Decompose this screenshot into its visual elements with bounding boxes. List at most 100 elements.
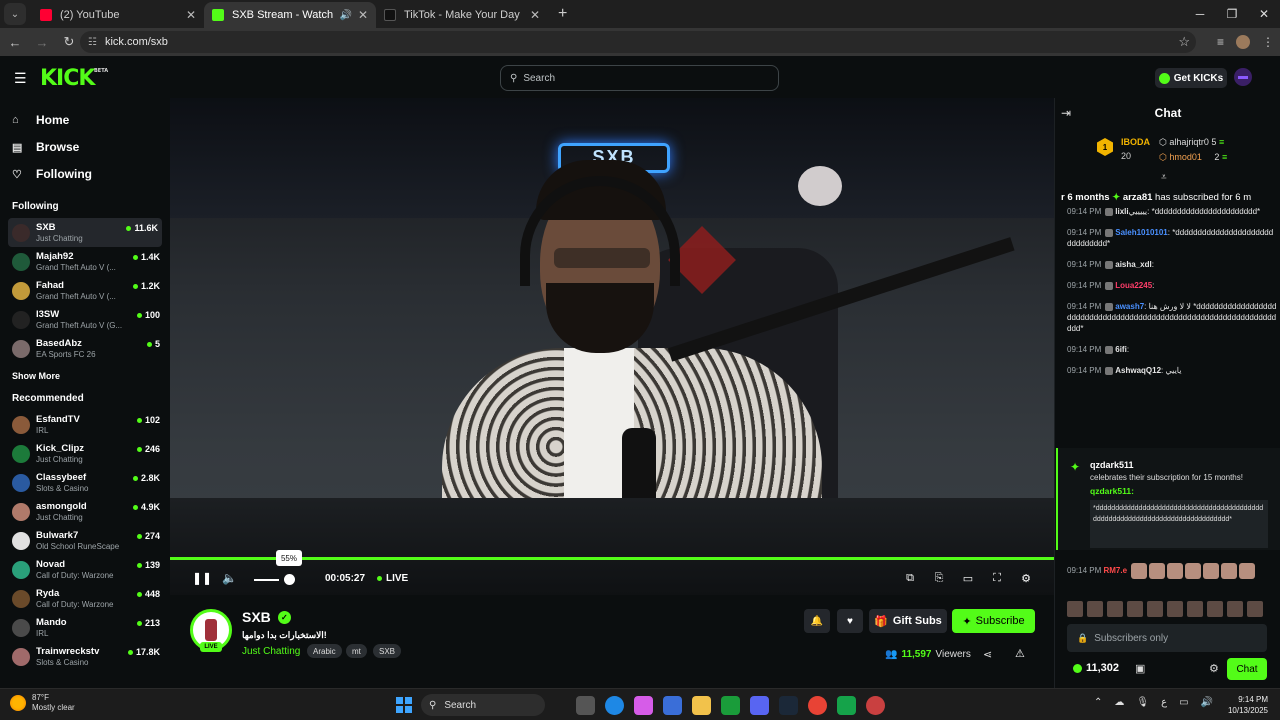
chat-username[interactable]: Saleh1010101	[1115, 228, 1168, 237]
taskbar-clock[interactable]: 9:14 PM 10/13/2025	[1206, 694, 1268, 716]
stream-category-link[interactable]: Just Chatting	[242, 646, 300, 657]
copilot-icon[interactable]	[634, 696, 653, 715]
minimize-icon[interactable]: ─	[1184, 0, 1216, 28]
sidebar-channel[interactable]: Classybeef Slots & Casino 2.8K	[0, 468, 170, 497]
emote-icon[interactable]	[1087, 601, 1103, 617]
store-icon[interactable]: ▣	[1135, 662, 1145, 675]
taskbar-search[interactable]: ⚲ Search	[421, 694, 545, 716]
emote-icon[interactable]	[1167, 601, 1183, 617]
tab-youtube[interactable]: (2) YouTube ✕	[32, 2, 204, 28]
emote-icon[interactable]	[1107, 601, 1123, 617]
send-chat-button[interactable]: Chat	[1227, 658, 1267, 680]
microphone-icon[interactable]: 🎙	[1136, 697, 1149, 708]
discord-icon[interactable]	[750, 696, 769, 715]
network-icon[interactable]: ▭	[1179, 697, 1188, 708]
sidebar-channel[interactable]: Trainwreckstv Slots & Casino 17.8K	[0, 642, 170, 671]
tab-tiktok[interactable]: TikTok - Make Your Day ✕	[376, 2, 548, 28]
tab-kick-sxb[interactable]: SXB Stream - Watch Live on 🔊 ✕	[204, 2, 376, 28]
sidebar-channel[interactable]: Bulwark7 Old School RuneScape 274	[0, 526, 170, 555]
nav-home[interactable]: ⌂ Home	[0, 107, 170, 133]
pause-icon[interactable]: ❚❚	[192, 571, 212, 585]
chat-username[interactable]: AshwaqQ12	[1115, 366, 1161, 375]
windows-start-icon[interactable]	[396, 697, 412, 713]
picture-in-picture-icon[interactable]: ⧉	[904, 572, 916, 585]
tray-chevron-icon[interactable]: ⌃	[1094, 697, 1102, 708]
nav-following[interactable]: ♡ Following	[0, 161, 170, 187]
show-more-button[interactable]: Show More	[0, 371, 170, 381]
sidebar-channel[interactable]: asmongold Just Chatting 4.9K	[0, 497, 170, 526]
emote-icon[interactable]	[1067, 601, 1083, 617]
menu-kebab-icon[interactable]: ⋮	[1262, 35, 1274, 49]
leaderboard-entry[interactable]: ⬡ hmod01 2 ≡	[1159, 152, 1227, 163]
edge-icon[interactable]	[605, 696, 624, 715]
new-tab-button[interactable]: +	[558, 5, 567, 23]
chat-username[interactable]: awash7	[1115, 302, 1144, 311]
subscribe-button[interactable]: ✦ Subscribe	[952, 609, 1035, 633]
emote-icon[interactable]	[1127, 601, 1143, 617]
emote-icon[interactable]	[1147, 601, 1163, 617]
forward-icon[interactable]: →	[30, 35, 54, 50]
report-warning-icon[interactable]: ⚠	[1015, 647, 1025, 660]
get-kicks-button[interactable]: Get KICKs	[1155, 68, 1227, 88]
volume-slider-track[interactable]	[254, 579, 279, 581]
chrome-icon[interactable]	[808, 696, 827, 715]
streamer-name[interactable]: SXB ✓	[242, 609, 291, 625]
tag-mt[interactable]: mt	[346, 644, 367, 658]
chat-username[interactable]: RM7.e	[1103, 566, 1127, 575]
close-tab-icon[interactable]: ✕	[530, 8, 540, 22]
sidebar-channel[interactable]: Mando IRL 213	[0, 613, 170, 642]
app-icon[interactable]	[866, 696, 885, 715]
maximize-icon[interactable]: ❐	[1216, 0, 1248, 28]
video-player[interactable]: SXB 55% ❚❚ 🔈 00:05:27 LIVE ⧉ ⎘ ▭ ⛶ ⚙	[170, 98, 1054, 595]
bookmark-star-icon[interactable]: ☆	[1178, 34, 1190, 50]
chat-input-subscribers-only[interactable]: 🔒 Subscribers only	[1067, 624, 1267, 652]
emote-icon[interactable]	[1207, 601, 1223, 617]
tag-arabic[interactable]: Arabic	[307, 644, 342, 658]
sidebar-channel[interactable]: SXB Just Chatting 11.6K	[8, 218, 162, 247]
tag-sxb[interactable]: SXB	[373, 644, 402, 658]
live-progress-bar[interactable]	[170, 557, 1054, 560]
site-info-icon[interactable]: ☷	[88, 37, 97, 48]
store-app-icon[interactable]	[663, 696, 682, 715]
sidebar-channel[interactable]: Majah92 Grand Theft Auto V (... 1.4K	[0, 247, 170, 276]
emote-icon[interactable]	[1247, 601, 1263, 617]
sidebar-channel[interactable]: Fahad Grand Theft Auto V (... 1.2K	[0, 276, 170, 305]
theater-mode-icon[interactable]: ▭	[962, 572, 974, 585]
language-indicator[interactable]: ع	[1161, 697, 1167, 708]
sidebar-channel[interactable]: BasedAbz EA Sports FC 26 5	[0, 334, 170, 363]
sidebar-channel[interactable]: Ryda Call of Duty: Warzone 448	[0, 584, 170, 613]
sub-event-user[interactable]: qzdark511	[1090, 460, 1134, 470]
emote-icon[interactable]	[1187, 601, 1203, 617]
share-icon[interactable]: ⋖	[983, 648, 992, 661]
sidebar-channel[interactable]: Kick_Clipz Just Chatting 246	[0, 439, 170, 468]
chat-settings-icon[interactable]: ⚙	[1209, 662, 1219, 675]
fullscreen-icon[interactable]: ⛶	[991, 572, 1003, 585]
follow-heart-button[interactable]: ♥	[837, 609, 863, 633]
address-bar[interactable]: ☷ kick.com/sxb ☆	[80, 31, 1196, 53]
whatsapp-icon[interactable]	[837, 696, 856, 715]
weather-widget[interactable]: 87°F Mostly clear	[10, 693, 75, 713]
sub-event-reply-user[interactable]: qzdark511:	[1090, 486, 1134, 496]
leaderboard-top-name[interactable]: IBODA	[1121, 137, 1150, 147]
volume-slider-handle[interactable]	[284, 574, 295, 585]
chat-username[interactable]: 6ifi	[1115, 345, 1127, 354]
settings-gear-icon[interactable]: ⚙	[1020, 572, 1032, 585]
chat-username[interactable]: Loua2245	[1115, 281, 1152, 290]
back-icon[interactable]: ←	[3, 35, 27, 50]
kicks-balance[interactable]: 11,302	[1073, 662, 1119, 674]
emote-icon[interactable]	[1227, 601, 1243, 617]
clip-icon[interactable]: ⎘	[933, 572, 945, 585]
expand-pinned-icon[interactable]: ⩡	[1161, 172, 1167, 183]
close-window-icon[interactable]: ✕	[1248, 0, 1280, 28]
task-view-icon[interactable]	[576, 696, 595, 715]
sidebar-channel[interactable]: Novad Call of Duty: Warzone 139	[0, 555, 170, 584]
chat-username[interactable]: aisha_xdl	[1115, 260, 1151, 269]
sidebar-channel[interactable]: EsfandTV IRL 102	[0, 410, 170, 439]
cloud-icon[interactable]: ☁	[1114, 697, 1124, 708]
chat-username[interactable]: lixli	[1115, 207, 1128, 216]
sidebar-channel[interactable]: I3SW Grand Theft Auto V (G... 100	[0, 305, 170, 334]
gift-subs-button[interactable]: 🎁 Gift Subs	[869, 609, 947, 633]
close-tab-icon[interactable]: ✕	[358, 8, 368, 22]
steam-icon[interactable]	[779, 696, 798, 715]
search-input[interactable]: ⚲ Search	[500, 65, 779, 91]
